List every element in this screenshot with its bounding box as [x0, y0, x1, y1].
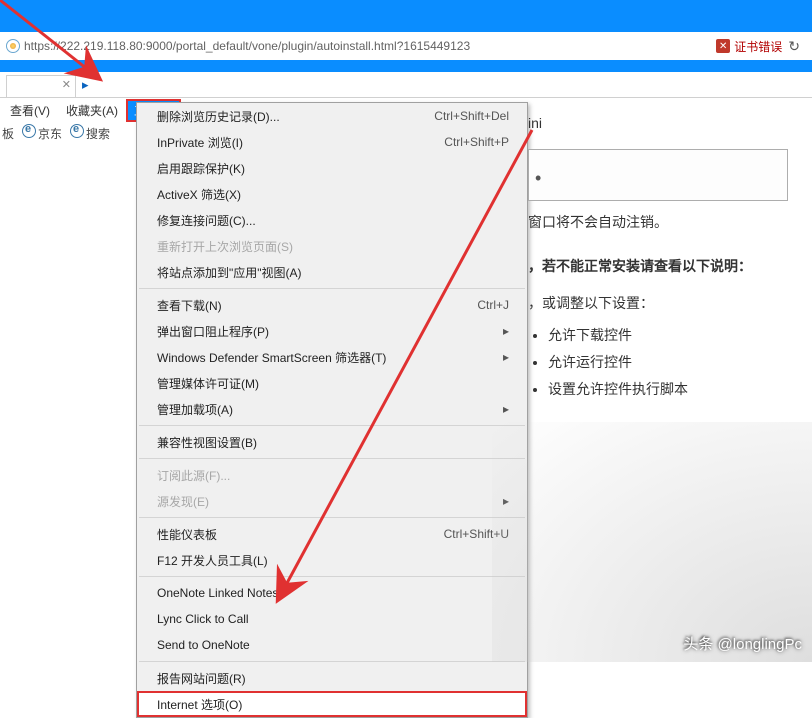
links-item[interactable]: 板 — [2, 125, 14, 142]
menu-item-label: OneNote Linked Notes — [157, 586, 278, 600]
section-heading: ，若不能正常安装请查看以下说明： — [528, 253, 788, 280]
tab-blank[interactable]: ✕ — [6, 75, 76, 97]
menu-item-label: 重新打开上次浏览页面(S) — [157, 238, 293, 255]
page-body: ini 窗口将不会自动注销。 ，若不能正常安装请查看以下说明： ，或调整以下设置… — [528, 110, 788, 402]
bullet-item: 允许下载控件 — [548, 322, 788, 349]
menu-item[interactable]: Send to OneNote — [137, 632, 527, 658]
ie-small-icon — [70, 124, 84, 138]
menu-item-label: 源发现(E) — [157, 493, 209, 510]
links-item[interactable]: 京东 — [22, 124, 62, 142]
menu-view[interactable]: 查看(V) — [2, 99, 58, 122]
menu-item-label: 兼容性视图设置(B) — [157, 434, 257, 451]
ie-small-icon — [22, 124, 36, 138]
menu-item-label: 查看下载(N) — [157, 297, 222, 314]
menu-item-label: Send to OneNote — [157, 638, 250, 652]
menu-item-label: Lync Click to Call — [157, 612, 249, 626]
menu-item[interactable]: OneNote Linked Notes — [137, 580, 527, 606]
menu-favorites[interactable]: 收藏夹(A) — [58, 99, 126, 122]
menu-item: 订阅此源(F)... — [137, 462, 527, 488]
bullet-item: 允许运行控件 — [548, 349, 788, 376]
menu-item-label: 报告网站问题(R) — [157, 670, 246, 687]
menu-item[interactable]: 兼容性视图设置(B) — [137, 429, 527, 455]
refresh-icon[interactable]: ↻ — [788, 38, 800, 55]
menu-item[interactable]: 将站点添加到"应用"视图(A) — [137, 259, 527, 285]
shield-icon: ✕ — [716, 39, 730, 53]
submenu-arrow-icon: ▸ — [503, 324, 509, 338]
close-icon[interactable]: ✕ — [62, 78, 71, 91]
window-titlebar — [0, 0, 812, 32]
chevron-right-icon[interactable]: ▸ — [82, 77, 89, 93]
menu-item-label: 启用跟踪保护(K) — [157, 160, 245, 177]
bullet-item: 设置允许控件执行脚本 — [548, 376, 788, 403]
menu-item-label: Internet 选项(O) — [157, 696, 242, 713]
certificate-error-badge[interactable]: ✕ 证书错误 — [716, 38, 782, 55]
menu-item-label: 弹出窗口阻止程序(P) — [157, 323, 269, 340]
menu-item-label: ActiveX 筛选(X) — [157, 186, 241, 203]
tab-strip: ✕ ▸ — [0, 72, 812, 98]
submenu-arrow-icon: ▸ — [503, 402, 509, 416]
background-gradient — [492, 422, 812, 662]
menu-item[interactable]: 性能仪表板 Ctrl+Shift+U — [137, 521, 527, 547]
menu-item[interactable]: 修复连接问题(C)... — [137, 207, 527, 233]
links-item[interactable]: 搜索 — [70, 124, 110, 142]
menu-item-label: 性能仪表板 — [157, 526, 217, 543]
menu-item[interactable]: Windows Defender SmartScreen 筛选器(T) ▸ — [137, 344, 527, 370]
menu-item: 源发现(E) ▸ — [137, 488, 527, 514]
menu-item[interactable]: Internet 选项(O) — [137, 691, 527, 717]
tools-dropdown-menu: 删除浏览历史记录(D)... Ctrl+Shift+Del InPrivate 浏览… — [136, 102, 528, 718]
menu-item-shortcut: Ctrl+Shift+P — [444, 135, 509, 149]
menu-item[interactable]: 启用跟踪保护(K) — [137, 155, 527, 181]
menu-item[interactable]: ActiveX 筛选(X) — [137, 181, 527, 207]
menu-item[interactable]: 管理加载项(A) ▸ — [137, 396, 527, 422]
menu-item: 重新打开上次浏览页面(S) — [137, 233, 527, 259]
menu-item-shortcut: Ctrl+Shift+Del — [434, 109, 509, 123]
menu-item-shortcut: Ctrl+J — [477, 298, 509, 312]
cert-error-text: 证书错误 — [734, 38, 782, 55]
blue-strip — [0, 60, 812, 72]
menu-item[interactable]: 报告网站问题(R) — [137, 665, 527, 691]
menu-item-label: 修复连接问题(C)... — [157, 212, 256, 229]
menu-item-label: 删除浏览历史记录(D)... — [157, 108, 280, 125]
menu-item[interactable]: Lync Click to Call — [137, 606, 527, 632]
address-bar: https://222.219.118.80:9000/portal_defau… — [0, 32, 812, 60]
menu-item-label: 管理媒体许可证(M) — [157, 375, 259, 392]
menu-item-label: F12 开发人员工具(L) — [157, 552, 268, 569]
watermark-text: 头条 @longlingPc — [683, 633, 802, 654]
input-box[interactable] — [528, 149, 788, 201]
menu-item[interactable]: 弹出窗口阻止程序(P) ▸ — [137, 318, 527, 344]
page-text: ，或调整以下设置： — [528, 290, 788, 317]
bullet-list: 允许下载控件 允许运行控件 设置允许控件执行脚本 — [528, 322, 788, 402]
menu-item[interactable]: InPrivate 浏览(I) Ctrl+Shift+P — [137, 129, 527, 155]
menu-item-label: 订阅此源(F)... — [157, 467, 230, 484]
menu-item-label: InPrivate 浏览(I) — [157, 134, 243, 151]
page-text: 窗口将不会自动注销。 — [528, 209, 788, 236]
submenu-arrow-icon: ▸ — [503, 494, 509, 508]
menu-item-label: 管理加载项(A) — [157, 401, 233, 418]
menu-item-label: 将站点添加到"应用"视图(A) — [157, 264, 302, 281]
menu-item[interactable]: 查看下载(N) Ctrl+J — [137, 292, 527, 318]
menu-item-label: Windows Defender SmartScreen 筛选器(T) — [157, 349, 386, 366]
menu-item[interactable]: F12 开发人员工具(L) — [137, 547, 527, 573]
menu-item[interactable]: 管理媒体许可证(M) — [137, 370, 527, 396]
url-text[interactable]: https://222.219.118.80:9000/portal_defau… — [24, 39, 470, 53]
ie-icon — [6, 39, 20, 53]
page-text: ini — [528, 110, 788, 137]
menu-item-shortcut: Ctrl+Shift+U — [444, 527, 509, 541]
menu-item[interactable]: 删除浏览历史记录(D)... Ctrl+Shift+Del — [137, 103, 527, 129]
submenu-arrow-icon: ▸ — [503, 350, 509, 364]
